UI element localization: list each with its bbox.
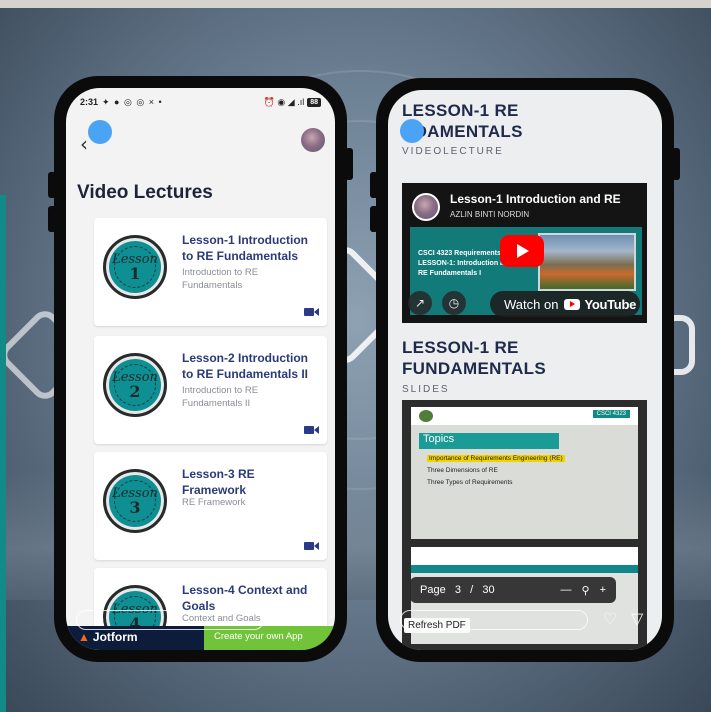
section-label: VIDEOLECTURE [402, 146, 504, 157]
right-screen: LESSON-1 RE NDAMENTALS VIDEOLECTURE Less… [388, 90, 662, 650]
top-band [0, 0, 711, 8]
lesson-card[interactable]: Lesson 2 Lesson-2 Introduction to RE Fun… [94, 336, 327, 444]
badge-number: 1 [129, 263, 141, 283]
heart-icon[interactable]: ♡ [603, 609, 617, 628]
topic-item: Three Types of Requirements [427, 479, 513, 486]
lesson-badge: Lesson 1 [103, 235, 167, 299]
video-camera-icon [304, 307, 319, 317]
section-title-line: FUNDAMENTALS [402, 359, 546, 378]
status-bar: 2:31 ✦ ● ◎ ◎ × • ⏰ ◉ ◢ .ıl 88 [66, 88, 335, 116]
youtube-icon [564, 298, 581, 310]
clock-icon[interactable]: ◷ [442, 291, 466, 315]
lesson-badge: Lesson 2 [103, 353, 167, 417]
zoom-icon[interactable]: ⚲ [582, 584, 590, 597]
send-icon[interactable]: ▽ [631, 609, 643, 628]
lesson-subtitle: RE Framework [182, 497, 246, 508]
watch-label: Watch on [504, 296, 559, 312]
section-title: LESSON-1 RE FUNDAMENTALS [402, 337, 546, 379]
left-screen: 2:31 ✦ ● ◎ ◎ × • ⏰ ◉ ◢ .ıl 88 ‹ Video Le… [66, 88, 335, 650]
thumbnail-photo [538, 233, 636, 291]
status-time: 2:31 [80, 97, 99, 107]
story-reply-pill[interactable] [400, 610, 588, 630]
lesson-title: Lesson-2 Introduction to RE Fundamentals… [182, 351, 309, 381]
right-phone: LESSON-1 RE NDAMENTALS VIDEOLECTURE Less… [376, 78, 674, 662]
pdf-page: CSCI 4323 Topics Importance of Requireme… [411, 407, 638, 539]
lesson-card[interactable]: Lesson 3 Lesson-3 RE Framework RE Framew… [94, 452, 327, 560]
page-title: Video Lectures [77, 182, 213, 203]
slide-title-bar [411, 565, 638, 573]
badge-number: 2 [129, 381, 141, 401]
share-icon[interactable]: ↗ [408, 291, 432, 315]
topics-heading: Topics [419, 433, 559, 449]
status-right-icons: ⏰ ◉ ◢ .ıl [263, 96, 305, 107]
video-camera-icon [304, 425, 319, 435]
back-arrow-icon[interactable]: ‹ [80, 134, 88, 154]
section-title-line: LESSON-1 RE [402, 338, 519, 357]
university-logo [419, 410, 433, 422]
heart-icon[interactable]: ♡ [280, 609, 294, 628]
section-title-line: LESSON-1 RE [402, 101, 519, 120]
left-phone: 2:31 ✦ ● ◎ ◎ × • ⏰ ◉ ◢ .ıl 88 ‹ Video Le… [54, 76, 347, 662]
pointer-dot [400, 119, 424, 143]
lesson-subtitle: Introduction to RE Fundamentals II [182, 385, 259, 409]
profile-avatar[interactable] [301, 128, 325, 152]
lesson-title: Lesson-1 Introduction to RE Fundamentals [182, 233, 308, 263]
lesson-title: Lesson-3 RE Framework [182, 467, 255, 497]
lesson-subtitle: Introduction to RE Fundamentals [182, 267, 259, 291]
page-label: Page [420, 584, 446, 596]
total-pages: 30 [482, 584, 495, 596]
page-separator: / [470, 584, 474, 596]
lesson-badge: Lesson 3 [103, 469, 167, 533]
youtube-embed[interactable]: Lesson-1 Introduction and RE AZLIN BINTI… [402, 183, 647, 323]
section-label: SLIDES [402, 384, 450, 395]
channel-avatar [412, 193, 440, 221]
video-title: Lesson-1 Introduction and RE [450, 192, 621, 206]
pointer-dot [88, 120, 112, 144]
slide-header [411, 547, 638, 565]
status-right: ⏰ ◉ ◢ .ıl 88 [264, 97, 321, 108]
channel-name: AZLIN BINTI NORDIN [450, 210, 530, 219]
send-icon[interactable]: ▽ [308, 609, 320, 628]
watch-on-youtube-button[interactable]: Watch on YouTube [490, 291, 640, 317]
course-tag: CSCI 4323 [592, 410, 630, 418]
status-icons: ✦ ● ◎ ◎ × • [102, 96, 163, 107]
jotform-logo: ▲ Jotform [78, 630, 138, 644]
badge-number: 3 [129, 497, 141, 517]
story-reply-pill[interactable] [76, 610, 264, 630]
current-page[interactable]: 3 [455, 584, 461, 596]
zoom-in-button[interactable]: + [600, 584, 606, 596]
video-camera-icon [304, 541, 319, 551]
youtube-brand: YouTube [584, 296, 637, 312]
play-icon[interactable] [500, 235, 544, 267]
battery-icon: 88 [307, 97, 321, 107]
page-indicator: Page 3 / 30 [420, 584, 495, 596]
lesson-card[interactable]: Lesson 1 Lesson-1 Introduction to RE Fun… [94, 218, 327, 326]
zoom-out-button[interactable]: — [561, 584, 572, 596]
topic-item: Importance of Requirements Engineering (… [427, 455, 565, 462]
teal-strip [0, 195, 6, 712]
brand-name: Jotform [92, 630, 138, 644]
pdf-pager: Page 3 / 30 — ⚲ + [410, 577, 616, 603]
topic-item: Three Dimensions of RE [427, 467, 498, 474]
